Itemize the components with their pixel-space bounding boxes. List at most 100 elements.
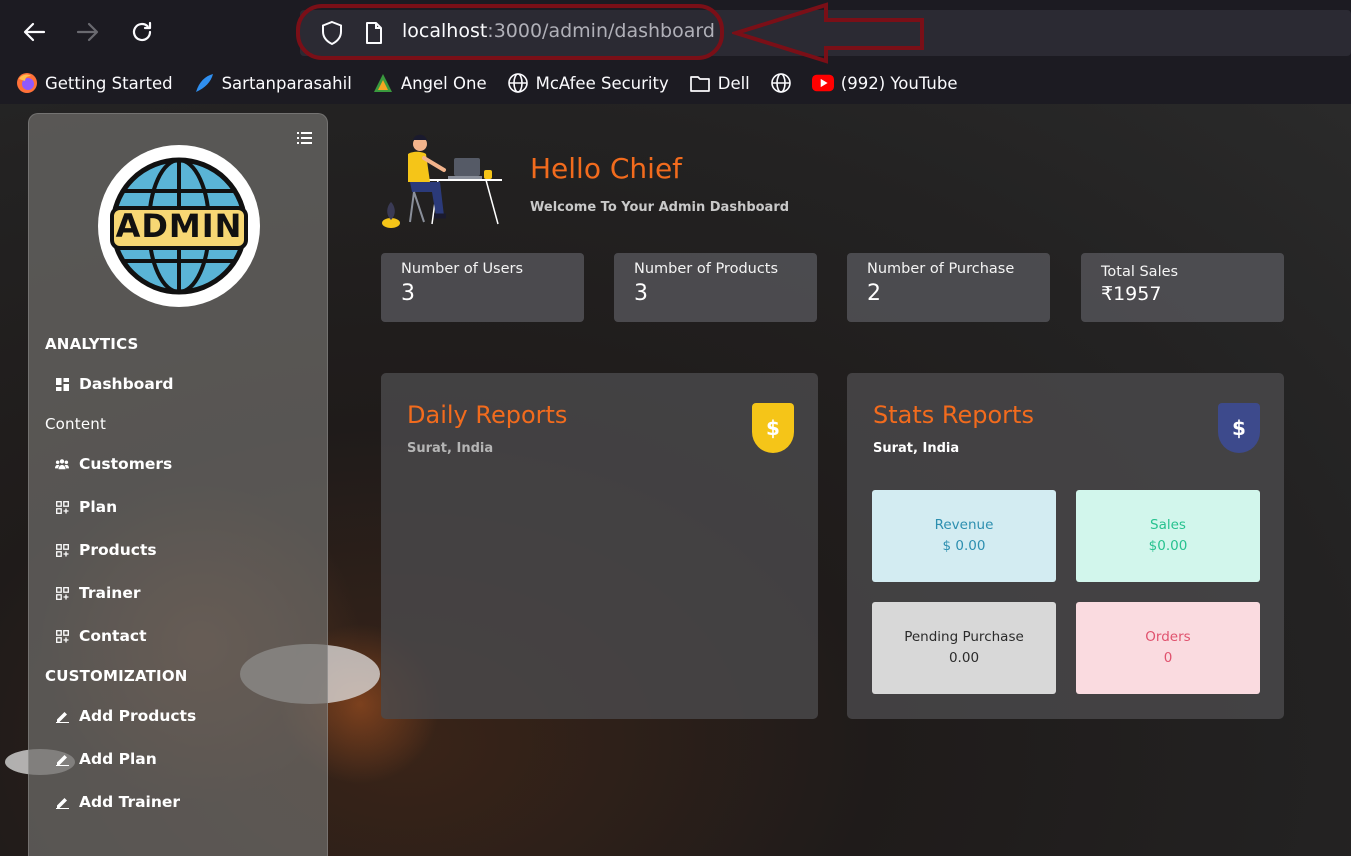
bookmark-getting-started[interactable]: Getting Started: [16, 72, 173, 94]
sidebar-item-add-plan[interactable]: Add Plan: [55, 750, 157, 768]
revenue-label: Revenue: [934, 517, 994, 533]
page-title: Hello Chief: [530, 152, 683, 185]
grid-plus-icon: [55, 586, 69, 600]
stat-label: Number of Products: [634, 261, 779, 277]
daily-reports-title: Daily Reports: [407, 401, 568, 429]
orders-value: 0: [1163, 650, 1173, 666]
sidebar-item-label: Add Products: [79, 707, 197, 725]
bookmark-youtube[interactable]: (992) YouTube: [811, 72, 958, 94]
bookmark-sartanparasahil[interactable]: Sartanparasahil: [193, 72, 352, 94]
stat-value: 3: [401, 281, 415, 306]
sidebar-item-label: Plan: [79, 498, 118, 516]
person-at-desk-illustration: [378, 130, 504, 234]
stats-reports-location: Surat, India: [873, 441, 960, 456]
revenue-card: Revenue $ 0.00: [872, 490, 1056, 582]
sidebar-item-add-trainer[interactable]: Add Trainer: [55, 793, 180, 811]
sidebar-item-label: Contact: [79, 627, 147, 645]
bookmark-mcafee-security[interactable]: McAfee Security: [507, 72, 669, 94]
page-subtitle: Welcome To Your Admin Dashboard: [530, 200, 790, 215]
bookmarks-bar: Getting Started Sartanparasahil Angel On…: [0, 64, 977, 102]
section-title-customization: CUSTOMIZATION: [45, 667, 188, 685]
sidebar-item-label: Dashboard: [79, 375, 174, 393]
admin-logo: ADMIN: [98, 145, 260, 307]
sidebar-item-plan[interactable]: Plan: [55, 498, 117, 516]
bookmark-angel-one[interactable]: Angel One: [372, 72, 487, 94]
orders-card: Orders 0: [1076, 602, 1260, 694]
sidebar: ADMIN ANALYTICS Dashboard Content Custom…: [28, 113, 328, 856]
edit-pencil-icon: [55, 709, 69, 723]
bookmark-dell-folder[interactable]: Dell: [689, 72, 750, 94]
bookmark-label: McAfee Security: [535, 73, 669, 93]
back-arrow-icon: [23, 22, 46, 42]
sidebar-item-label: Trainer: [79, 584, 141, 602]
dollar-icon: $: [1218, 403, 1260, 453]
menu-list-icon[interactable]: [297, 130, 313, 144]
globe-icon: [770, 72, 792, 94]
edit-pencil-icon: [55, 795, 69, 809]
dashboard-icon: [55, 377, 69, 391]
pending-purchase-value: 0.00: [948, 650, 980, 666]
pending-purchase-label: Pending Purchase: [904, 629, 1024, 645]
sales-card: Sales $0.00: [1076, 490, 1260, 582]
bookmark-label: Dell: [717, 73, 750, 93]
sidebar-item-add-products[interactable]: Add Products: [55, 707, 196, 725]
sales-label: Sales: [1150, 517, 1186, 533]
forward-button[interactable]: [72, 18, 104, 46]
url-highlight-annotation: [296, 4, 724, 60]
reload-button[interactable]: [126, 18, 158, 46]
stats-reports-card: Stats Reports Surat, India $ Revenue $ 0…: [847, 373, 1284, 719]
stat-label: Total Sales: [1101, 264, 1179, 280]
page-content: ADMIN ANALYTICS Dashboard Content Custom…: [0, 104, 1351, 856]
sidebar-item-contact[interactable]: Contact: [55, 627, 147, 645]
globe-icon: [507, 72, 529, 94]
sidebar-item-trainer[interactable]: Trainer: [55, 584, 140, 602]
pending-purchase-card: Pending Purchase 0.00: [872, 602, 1056, 694]
sales-value: $0.00: [1148, 538, 1188, 554]
daily-reports-location: Surat, India: [407, 441, 494, 456]
sidebar-item-customers[interactable]: Customers: [55, 455, 172, 473]
daily-reports-card: Daily Reports Surat, India $: [381, 373, 818, 719]
browser-toolbar: localhost:3000/admin/dashboard Getting S…: [0, 0, 1351, 104]
bookmark-label: Getting Started: [45, 73, 173, 93]
stat-card-products: Number of Products 3: [614, 253, 817, 322]
stat-value: ₹1957: [1101, 283, 1162, 305]
bookmark-label: (992) YouTube: [840, 73, 958, 93]
stat-card-purchase: Number of Purchase 2: [847, 253, 1050, 322]
grid-plus-icon: [55, 543, 69, 557]
edit-pencil-icon: [55, 752, 69, 766]
youtube-icon: [811, 72, 834, 94]
logo-text: ADMIN: [115, 207, 243, 245]
sidebar-item-label: Add Plan: [79, 750, 157, 768]
stat-label: Number of Users: [401, 261, 524, 277]
annotation-arrow-icon: [732, 2, 924, 64]
angel-one-icon: [372, 72, 394, 94]
sidebar-item-dashboard[interactable]: Dashboard: [55, 375, 174, 393]
stat-value: 2: [867, 281, 881, 306]
stat-card-total-sales: Total Sales ₹1957: [1081, 253, 1284, 322]
bookmark-globe[interactable]: [770, 72, 792, 94]
back-button[interactable]: [18, 18, 50, 46]
orders-label: Orders: [1145, 629, 1191, 645]
revenue-value: $ 0.00: [942, 538, 986, 554]
users-group-icon: [55, 457, 69, 471]
sidebar-item-label: Products: [79, 541, 157, 559]
stat-label: Number of Purchase: [867, 261, 1015, 277]
sidebar-item-label: Add Trainer: [79, 793, 181, 811]
stat-value: 3: [634, 281, 648, 306]
dollar-icon: $: [752, 403, 794, 453]
grid-plus-icon: [55, 500, 69, 514]
grid-plus-icon: [55, 629, 69, 643]
sidebar-item-label: Customers: [79, 455, 173, 473]
folder-icon: [689, 72, 711, 94]
section-title-analytics: ANALYTICS: [45, 335, 139, 353]
sidebar-item-products[interactable]: Products: [55, 541, 157, 559]
section-title-content: Content: [45, 415, 107, 433]
feather-icon: [193, 72, 215, 94]
forward-arrow-icon: [76, 22, 99, 42]
firefox-icon: [16, 72, 38, 94]
stats-reports-title: Stats Reports: [873, 401, 1034, 429]
stat-card-users: Number of Users 3: [381, 253, 584, 322]
reload-icon: [132, 21, 152, 42]
bookmark-label: Angel One: [400, 73, 487, 93]
bookmark-label: Sartanparasahil: [221, 73, 352, 93]
